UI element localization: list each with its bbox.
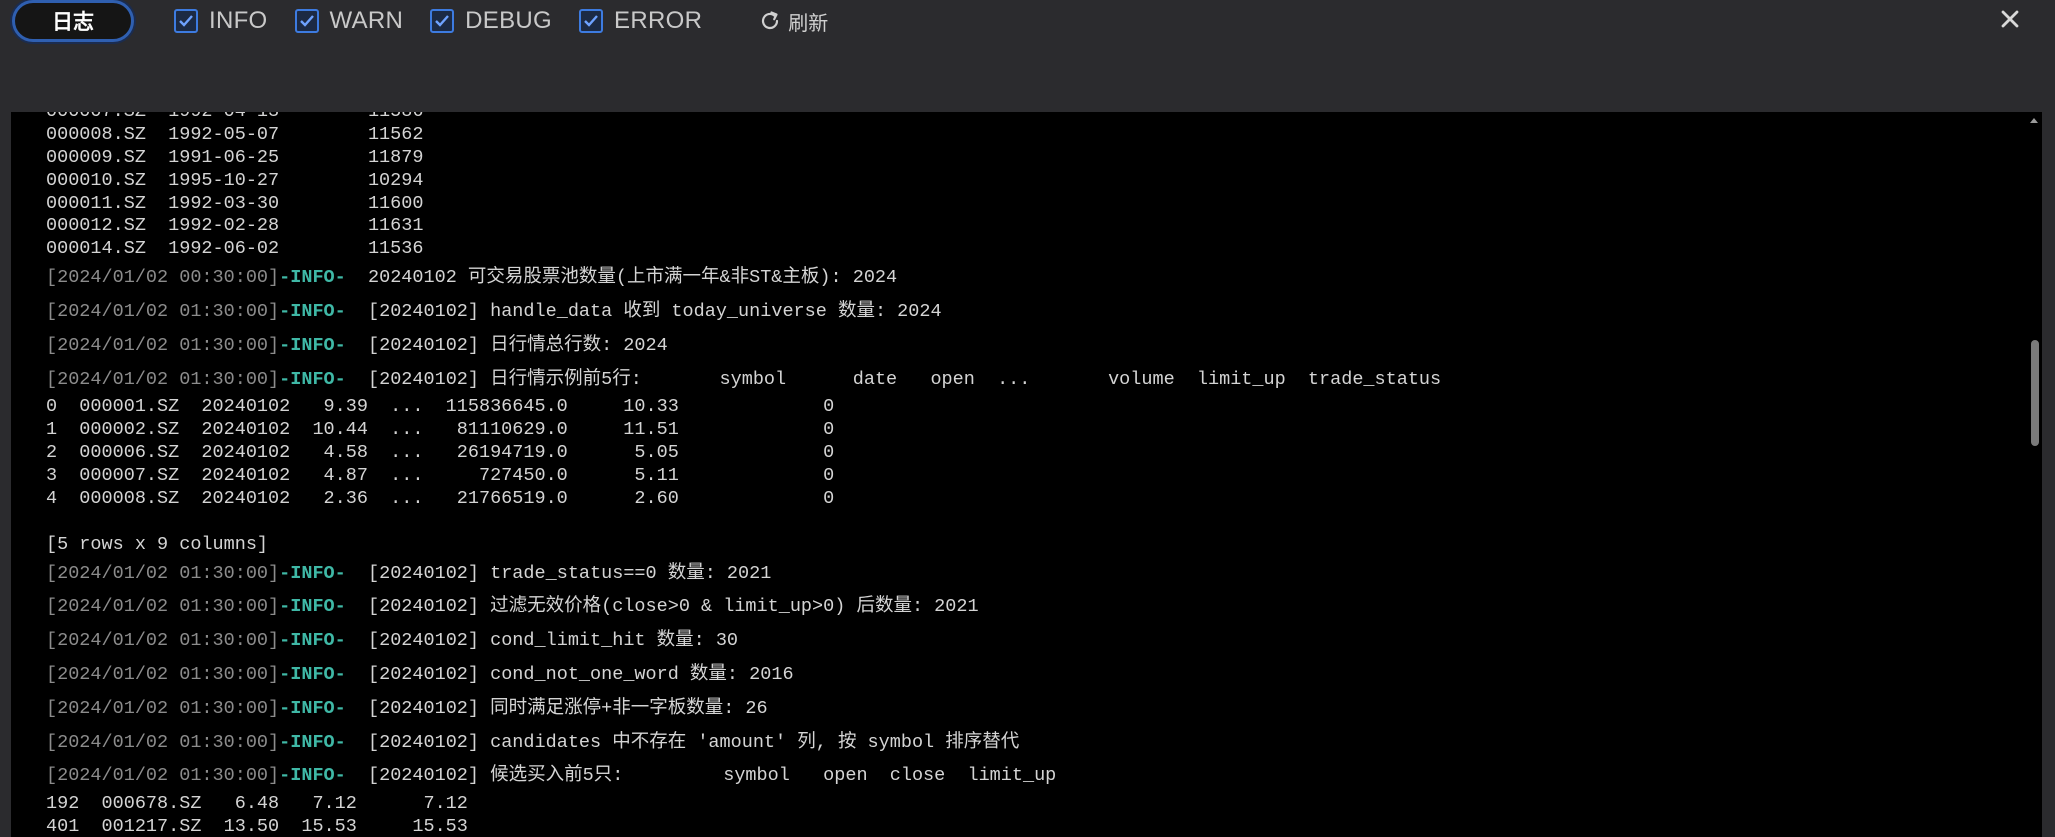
close-button[interactable] bbox=[1996, 5, 2024, 33]
log-level-badge: -INFO- bbox=[279, 562, 346, 584]
log-timestamp: [2024/01/02 01:30:00] bbox=[46, 301, 280, 323]
log-message: [20240102] candidates 中不存在 'amount' 列, 按… bbox=[367, 731, 1020, 753]
log-entry-info: [2024/01/02 01:30:00]-INFO- [20240102] 同… bbox=[46, 692, 2016, 726]
filter-error[interactable]: ERROR bbox=[579, 6, 702, 36]
log-timestamp: [2024/01/02 01:30:00] bbox=[46, 596, 280, 618]
log-level-badge: -INFO- bbox=[279, 334, 346, 356]
log-output: 000007.SZ 1992-04-13 11586000008.SZ 1992… bbox=[46, 112, 2016, 837]
log-output-line bbox=[46, 511, 2016, 534]
log-entry-info: [2024/01/02 01:30:00]-INFO- [20240102] 过… bbox=[46, 590, 2016, 624]
log-entry-info: [2024/01/02 01:30:00]-INFO- [20240102] 日… bbox=[46, 363, 2016, 397]
log-entry-info: [2024/01/02 01:30:00]-INFO- [20240102] 日… bbox=[46, 329, 2016, 363]
log-console[interactable]: 000007.SZ 1992-04-13 11586000008.SZ 1992… bbox=[11, 112, 2042, 837]
log-entry-info: [2024/01/02 00:30:00]-INFO- 20240102 可交易… bbox=[46, 261, 2016, 295]
tab-log[interactable]: 日志 bbox=[12, 0, 134, 42]
log-output-line: 000014.SZ 1992-06-02 11536 bbox=[46, 238, 424, 260]
log-output-line: 000007.SZ 1992-04-13 11586 bbox=[46, 112, 2016, 124]
refresh-button[interactable]: 刷新 bbox=[758, 6, 828, 36]
log-level-badge: -INFO- bbox=[279, 731, 346, 753]
log-message: [20240102] 同时满足涨停+非一字板数量: 26 bbox=[367, 697, 768, 719]
log-output-line: 2 000006.SZ 20240102 4.58 ... 26194719.0… bbox=[46, 442, 835, 464]
log-timestamp: [2024/01/02 01:30:00] bbox=[46, 562, 280, 584]
log-timestamp: [2024/01/02 01:30:00] bbox=[46, 368, 280, 390]
filter-error-checkbox[interactable] bbox=[579, 9, 604, 33]
filter-info[interactable]: INFO bbox=[174, 6, 268, 36]
log-timestamp: [2024/01/02 01:30:00] bbox=[46, 334, 280, 356]
log-message: [20240102] 候选买入前5只: symbol open close li… bbox=[367, 765, 1057, 787]
log-level-badge: -INFO- bbox=[279, 697, 346, 719]
filter-debug[interactable]: DEBUG bbox=[430, 6, 552, 36]
log-output-line: 000008.SZ 1992-05-07 11562 bbox=[46, 123, 424, 145]
close-icon bbox=[2001, 10, 2019, 28]
log-level-badge: -INFO- bbox=[279, 301, 346, 323]
log-output-line: 192 000678.SZ 6.48 7.12 7.12 bbox=[46, 793, 468, 815]
log-output-line: 000012.SZ 1992-02-28 11631 bbox=[46, 215, 424, 237]
log-level-badge: -INFO- bbox=[279, 765, 346, 787]
log-entry-info: [2024/01/02 01:30:00]-INFO- [20240102] 候… bbox=[46, 759, 2016, 793]
filter-debug-label: DEBUG bbox=[465, 7, 553, 34]
filter-info-label: INFO bbox=[209, 7, 268, 34]
log-level-badge: -INFO- bbox=[279, 368, 346, 390]
log-level-badge: -INFO- bbox=[279, 596, 346, 618]
log-output-line: 0 000001.SZ 20240102 9.39 ... 115836645.… bbox=[46, 396, 835, 418]
log-entry-info: [2024/01/02 01:30:00]-INFO- [20240102] c… bbox=[46, 658, 2016, 692]
log-output-line: [5 rows x 9 columns] bbox=[46, 533, 269, 555]
log-message: [20240102] 日行情示例前5行: symbol date open ..… bbox=[367, 368, 1442, 390]
log-message: 20240102 可交易股票池数量(上市满一年&非ST&主板): 2024 bbox=[367, 267, 898, 289]
refresh-icon bbox=[762, 11, 779, 30]
log-message: [20240102] 日行情总行数: 2024 bbox=[367, 334, 668, 356]
log-timestamp: [2024/01/02 01:30:00] bbox=[46, 697, 280, 719]
level-filters: INFO WARN DEBUG ERROR 刷新 bbox=[174, 6, 828, 36]
log-entry-info: [2024/01/02 01:30:00]-INFO- [20240102] t… bbox=[46, 557, 2016, 591]
log-message: [20240102] handle_data 收到 today_universe… bbox=[367, 301, 942, 323]
log-output-line: 000011.SZ 1992-03-30 11600 bbox=[46, 192, 424, 214]
log-output-line: 401 001217.SZ 13.50 15.53 15.53 bbox=[46, 816, 468, 837]
log-timestamp: [2024/01/02 01:30:00] bbox=[46, 731, 280, 753]
log-entry-info: [2024/01/02 01:30:00]-INFO- [20240102] h… bbox=[46, 295, 2016, 329]
log-output-line: 000010.SZ 1995-10-27 10294 bbox=[46, 169, 424, 191]
scroll-up-arrow-icon[interactable] bbox=[2026, 116, 2042, 128]
filter-info-checkbox[interactable] bbox=[174, 9, 198, 33]
log-timestamp: [2024/01/02 01:30:00] bbox=[46, 630, 280, 652]
toolbar: 日志 INFO WARN DEBUG ERROR 刷新 bbox=[0, 0, 2055, 112]
log-timestamp: [2024/01/02 01:30:00] bbox=[46, 664, 280, 686]
filter-warn[interactable]: WARN bbox=[294, 6, 404, 36]
log-output-line: 1 000002.SZ 20240102 10.44 ... 81110629.… bbox=[46, 419, 835, 441]
log-message: [20240102] cond_not_one_word 数量: 2016 bbox=[367, 664, 794, 686]
filter-error-label: ERROR bbox=[614, 7, 703, 34]
log-output-line: 000009.SZ 1991-06-25 11879 bbox=[46, 146, 424, 168]
refresh-label: 刷新 bbox=[788, 10, 829, 35]
filter-debug-checkbox[interactable] bbox=[430, 9, 455, 33]
log-message: [20240102] cond_limit_hit 数量: 30 bbox=[367, 630, 739, 652]
log-output-line: 4 000008.SZ 20240102 2.36 ... 21766519.0… bbox=[46, 487, 835, 509]
vertical-scrollbar[interactable] bbox=[2026, 112, 2042, 837]
log-entry-info: [2024/01/02 01:30:00]-INFO- [20240102] c… bbox=[46, 624, 2016, 658]
check-icon bbox=[179, 15, 193, 27]
check-icon bbox=[584, 15, 598, 27]
log-level-badge: -INFO- bbox=[279, 267, 346, 289]
check-icon bbox=[299, 15, 314, 27]
filter-warn-checkbox[interactable] bbox=[294, 9, 319, 33]
log-timestamp: [2024/01/02 01:30:00] bbox=[46, 765, 280, 787]
log-timestamp: [2024/01/02 00:30:00] bbox=[46, 267, 280, 289]
scrollbar-thumb[interactable] bbox=[2031, 340, 2039, 446]
log-entry-info: [2024/01/02 01:30:00]-INFO- [20240102] c… bbox=[46, 726, 2016, 760]
check-icon bbox=[435, 15, 450, 27]
log-viewer-window: 日志 INFO WARN DEBUG ERROR 刷新 000008.SZ 19… bbox=[0, 0, 2055, 837]
filter-warn-label: WARN bbox=[329, 7, 404, 34]
log-output-line: 3 000007.SZ 20240102 4.87 ... 727450.0 5… bbox=[46, 465, 835, 487]
log-level-badge: -INFO- bbox=[279, 630, 346, 652]
log-message: [20240102] trade_status==0 数量: 2021 bbox=[367, 562, 772, 584]
log-message: [20240102] 过滤无效价格(close>0 & limit_up>0) … bbox=[367, 596, 979, 618]
log-level-badge: -INFO- bbox=[279, 664, 346, 686]
